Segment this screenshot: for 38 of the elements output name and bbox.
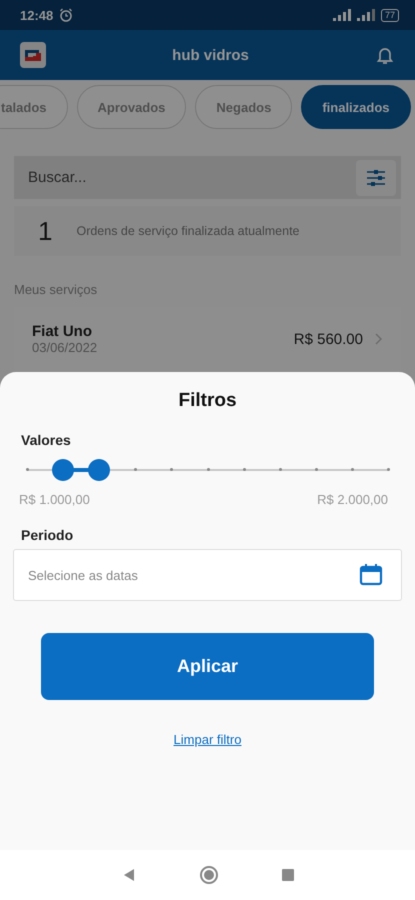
sheet-title: Filtros (177, 390, 238, 412)
recents-icon[interactable] (282, 869, 294, 881)
signal-icon (332, 9, 351, 21)
section-title: Meus serviços (14, 282, 98, 297)
bell-icon[interactable] (374, 45, 395, 65)
app-title: hub vidros (172, 46, 249, 64)
date-field[interactable]: Selecione as datas (13, 549, 402, 601)
price-range-slider[interactable] (27, 458, 388, 482)
period-label: Periodo (21, 527, 74, 543)
date-input[interactable]: Selecione as datas (26, 566, 359, 584)
search-bar[interactable]: Buscar... (14, 156, 401, 199)
min-value: R$ 1.000,00 (19, 492, 90, 507)
alarm-icon (59, 8, 74, 22)
order-count: 1 (38, 216, 52, 246)
apply-button[interactable]: Aplicar (41, 633, 374, 700)
slider-thumb[interactable] (88, 459, 110, 481)
service-date: 03/06/2022 (32, 340, 98, 355)
filter-tab[interactable]: talados (0, 85, 68, 129)
battery-level: 77 (380, 8, 399, 22)
signal-icon (356, 9, 375, 21)
max-value: R$ 2.000,00 (317, 492, 388, 507)
status-time: 12:48 (20, 8, 54, 22)
service-price: R$ 560.00 (294, 330, 363, 348)
vehicle-name: Fiat Uno (32, 323, 93, 340)
filter-tab[interactable]: Negados (195, 85, 292, 129)
filter-tab[interactable]: Aprovados (76, 85, 186, 129)
home-icon[interactable] (198, 865, 218, 885)
slider-thumb[interactable] (52, 459, 74, 481)
chevron-icon (375, 333, 383, 345)
calendar-icon (359, 563, 383, 587)
clear-filter-link[interactable]: Limpar filtro (174, 732, 242, 747)
summary-text: Ordens de serviço finalizada atualmente (76, 224, 300, 238)
search-input[interactable]: Buscar... (26, 168, 356, 187)
filter-button[interactable] (356, 160, 396, 196)
logo-icon (20, 42, 46, 68)
back-icon[interactable] (122, 868, 136, 882)
values-label: Valores (21, 432, 72, 448)
filter-tab[interactable]: finalizados (301, 85, 411, 129)
